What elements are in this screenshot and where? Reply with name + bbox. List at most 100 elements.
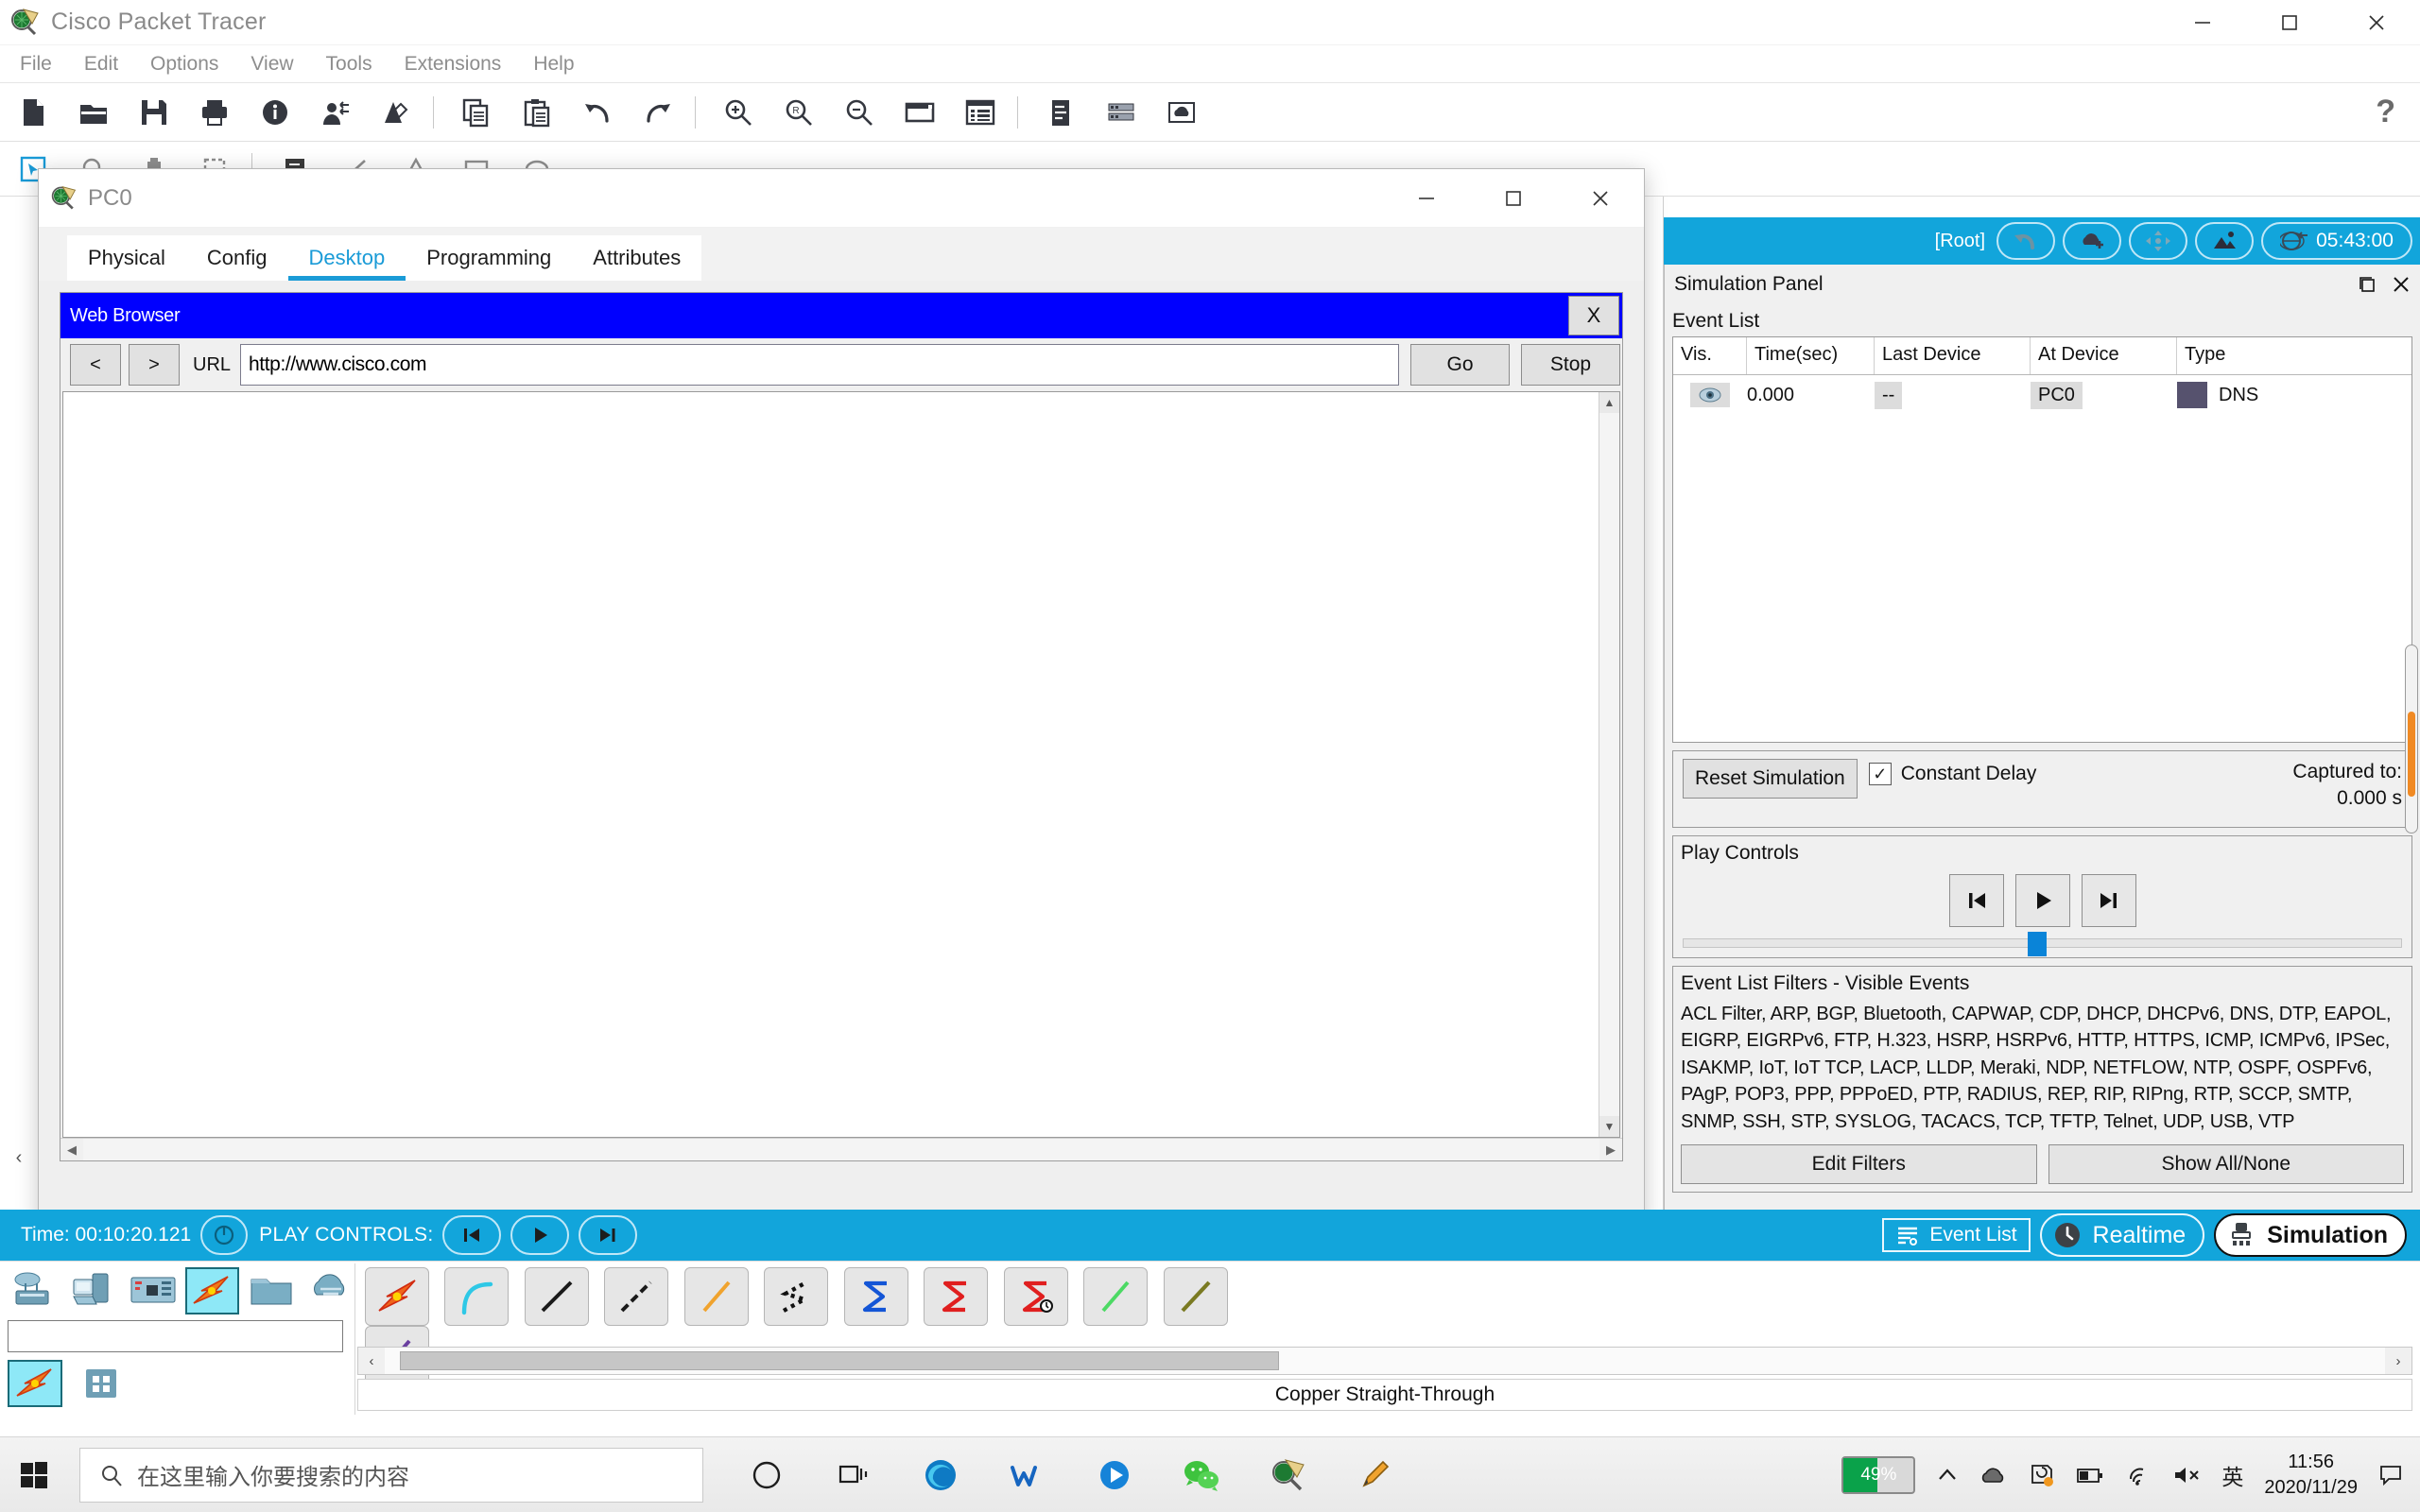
connections-icon[interactable] [185,1267,239,1314]
browser-hscroll-track[interactable] [83,1139,1599,1160]
browser-stop-button[interactable]: Stop [1521,344,1620,386]
browser-go-button[interactable]: Go [1410,344,1510,386]
grid-view-icon[interactable] [74,1360,129,1407]
browser-scroll-right-arrow[interactable]: ▶ [1599,1143,1622,1158]
windows-update-icon[interactable] [2029,1463,2055,1487]
table-row[interactable]: 0.000 -- PC0 DNS [1673,375,2411,415]
octal-cable-icon[interactable] [1083,1267,1148,1326]
wifi-icon[interactable] [2125,1464,2152,1486]
cloud-icon[interactable] [1154,87,1209,138]
show-hidden-icons-icon[interactable] [1936,1464,1959,1486]
browser-content-area[interactable]: ▲ ▼ [62,391,1620,1138]
volume-muted-icon[interactable] [2172,1464,2201,1486]
draw-palette-icon[interactable] [892,87,947,138]
zoom-reset-icon[interactable]: R [771,87,826,138]
close-panel-icon[interactable] [2392,275,2411,294]
tab-config[interactable]: Config [186,235,288,281]
tab-desktop[interactable]: Desktop [288,235,406,281]
browser-vscroll-track[interactable] [1599,413,1619,1116]
close-button[interactable] [2333,0,2420,45]
tab-attributes[interactable]: Attributes [572,235,701,281]
tab-programming[interactable]: Programming [406,235,572,281]
copper-straight-through-icon[interactable] [525,1267,589,1326]
menu-file[interactable]: File [8,53,64,76]
power-cycle-devices-icon[interactable] [200,1215,248,1255]
phone-cable-icon[interactable] [764,1267,828,1326]
save-icon[interactable] [127,87,182,138]
task-view-icon[interactable] [826,1448,881,1503]
fiber-cable-icon[interactable] [684,1267,749,1326]
workspace-collapse-button[interactable]: ‹ [8,1143,30,1172]
browser-vertical-scrollbar[interactable]: ▲ ▼ [1599,392,1619,1137]
media-player-icon[interactable] [1087,1448,1142,1503]
palette-scroll-right-arrow[interactable]: › [2385,1353,2411,1369]
console-cable-icon[interactable] [444,1267,509,1326]
show-all-none-button[interactable]: Show All/None [2048,1144,2405,1184]
palette-scroll-thumb[interactable] [400,1351,1279,1370]
menu-view[interactable]: View [238,53,305,76]
custom-devices-icon[interactable] [369,87,424,138]
event-list-toggle-button[interactable]: Event List [1882,1218,2030,1252]
menu-extensions[interactable]: Extensions [392,53,514,76]
copper-crossover-icon[interactable] [604,1267,668,1326]
paste-icon[interactable] [510,87,564,138]
browser-url-input[interactable]: http://www.cisco.com [240,344,1399,386]
redo-icon[interactable] [631,87,685,138]
info-icon[interactable] [248,87,302,138]
simulation-panel-scrollbar[interactable] [2405,644,2418,833]
automatic-cable-icon[interactable] [365,1267,429,1326]
bottom-fast-forward-button[interactable] [579,1215,637,1255]
edit-filters-button[interactable]: Edit Filters [1681,1144,2037,1184]
back-step-button[interactable] [1949,874,2004,927]
network-devices-icon[interactable] [8,1267,61,1314]
miscellaneous-icon[interactable] [245,1267,299,1314]
set-tiled-background-icon[interactable] [2195,222,2254,260]
maximize-button[interactable] [2246,0,2333,45]
browser-scroll-down-arrow[interactable]: ▼ [1599,1116,1619,1137]
forward-step-button[interactable] [2082,874,2136,927]
slider-thumb[interactable] [2028,932,2047,956]
browser-forward-button[interactable]: > [129,344,180,386]
bottom-play-button[interactable] [510,1215,569,1255]
taskbar-clock[interactable]: 11:56 2020/11/29 [2264,1450,2358,1501]
back-arrow-icon[interactable] [1996,222,2055,260]
menu-tools[interactable]: Tools [314,53,385,76]
eye-icon[interactable] [1690,383,1730,407]
serial-dte-icon[interactable] [1004,1267,1068,1326]
new-file-icon[interactable] [6,87,60,138]
browser-scroll-left-arrow[interactable]: ◀ [60,1143,83,1158]
cortana-icon[interactable] [739,1448,794,1503]
multiuser-connection-icon[interactable] [303,1267,357,1314]
zoom-in-icon[interactable] [711,87,766,138]
battery-icon[interactable] [2076,1465,2104,1486]
print-icon[interactable] [187,87,242,138]
ime-indicator[interactable]: 英 [2221,1459,2243,1491]
open-folder-icon[interactable] [66,87,121,138]
onedrive-icon[interactable] [1979,1464,2008,1486]
browser-horizontal-scrollbar[interactable]: ◀ ▶ [60,1138,1622,1160]
custom-devices-dialog-icon[interactable] [953,87,1008,138]
network-device-icon[interactable] [1094,87,1149,138]
simulation-speed-slider[interactable] [1683,938,2402,948]
notes-panel-icon[interactable] [1033,87,1088,138]
menu-edit[interactable]: Edit [72,53,130,76]
simulation-mode-button[interactable]: Simulation [2214,1213,2407,1257]
palette-search-input[interactable] [8,1320,343,1352]
app-icon-wps[interactable] [1000,1448,1055,1503]
battery-percent-badge[interactable]: 49% [1841,1456,1915,1494]
realtime-mode-button[interactable]: Realtime [2040,1213,2205,1257]
event-list-table[interactable]: Vis. Time(sec) Last Device At Device Typ… [1672,336,2412,743]
components-icon[interactable] [126,1267,180,1314]
constant-delay-row[interactable]: ✓ Constant Delay [1869,763,2037,785]
zoom-out-icon[interactable] [832,87,887,138]
browser-close-button[interactable]: X [1568,296,1619,335]
bottom-back-button[interactable] [442,1215,501,1255]
activity-wizard-icon[interactable] [308,87,363,138]
menu-help[interactable]: Help [521,53,586,76]
dialog-maximize-button[interactable] [1470,169,1557,228]
serial-dce-icon[interactable] [924,1267,988,1326]
row-visibility-cell[interactable] [1673,383,1747,407]
undo-icon[interactable] [570,87,625,138]
microsoft-edge-icon[interactable] [913,1448,968,1503]
palette-scroll-track[interactable] [385,1348,2385,1374]
